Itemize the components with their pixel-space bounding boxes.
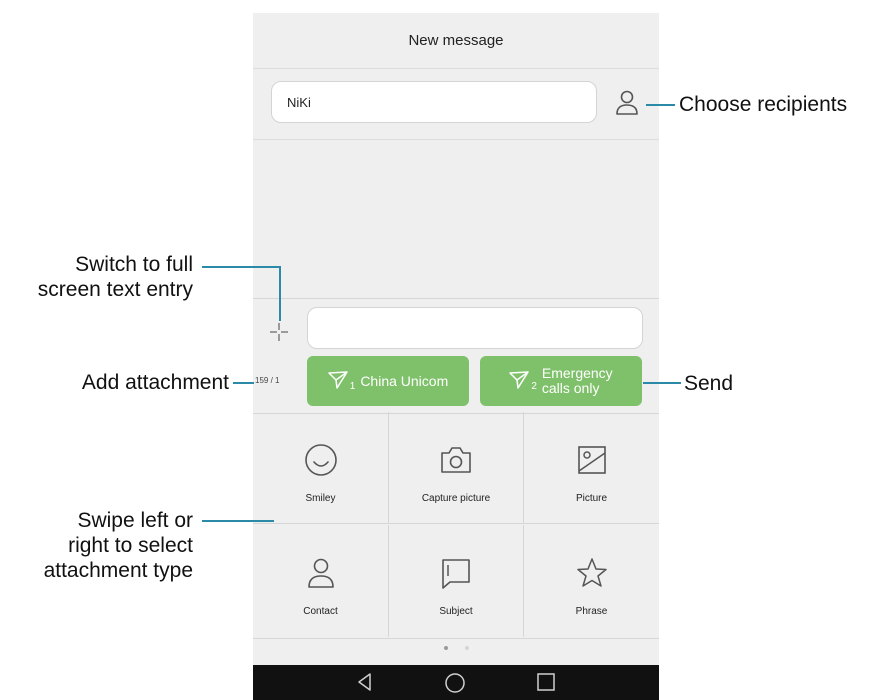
callout-line: screen text entry [37, 278, 193, 301]
carrier-label: China Unicom [360, 373, 449, 389]
callout-add-attachment: Add attachment [81, 371, 229, 394]
attachment-label: Phrase [575, 606, 608, 617]
leader-line [233, 382, 254, 384]
send-icon [509, 370, 531, 392]
callout-line: Switch to full [75, 253, 193, 276]
callout-line: attachment type [43, 559, 193, 582]
attachment-smiley[interactable]: Smiley [253, 412, 388, 524]
page-indicator [253, 646, 659, 650]
back-icon[interactable] [355, 672, 375, 697]
recipient-row: NiKi [253, 69, 659, 140]
system-navbar [253, 665, 659, 700]
contact-icon [307, 558, 334, 588]
smiley-icon [304, 444, 337, 476]
attachment-capture-picture[interactable]: Capture picture [388, 412, 523, 524]
callout-swipe: Swipe left or right to select attachment… [44, 508, 193, 583]
page-title: New message [253, 13, 659, 69]
home-icon[interactable] [444, 672, 466, 699]
callout-choose-recipients: Choose recipients [679, 93, 848, 116]
message-input[interactable] [307, 307, 643, 349]
attachment-label: Capture picture [421, 493, 491, 504]
attachment-picture[interactable]: Picture [523, 412, 659, 524]
compose-area: 159 / 1 1 China Unicom 2 Emergency calls… [253, 298, 659, 414]
subject-icon [442, 559, 470, 589]
attachment-phrase[interactable]: Phrase [523, 525, 659, 637]
leader-line [202, 266, 281, 268]
carrier-label-line1: Emergency [541, 365, 613, 381]
carrier-label: Emergency calls only [542, 366, 613, 396]
phone-screen: New message NiKi 159 / 1 1 China Unicom … [253, 13, 659, 700]
leader-line [279, 266, 281, 321]
person-icon[interactable] [615, 89, 639, 117]
attachment-label: Contact [303, 606, 338, 617]
sim-number: 2 [531, 380, 537, 392]
recents-icon[interactable] [536, 672, 556, 697]
recipient-field[interactable]: NiKi [271, 81, 597, 123]
attachment-label: Picture [575, 493, 608, 504]
star-icon [576, 558, 607, 587]
page-dot-active [443, 646, 448, 650]
carrier-label-line2: calls only [541, 380, 600, 396]
sim-number: 1 [349, 380, 356, 392]
page-dot [464, 646, 469, 650]
send-sim1-button[interactable]: 1 China Unicom [307, 356, 469, 406]
callout-send: Send [684, 372, 734, 395]
leader-line [643, 382, 681, 384]
callout-line: Swipe left or [77, 509, 193, 532]
camera-icon [441, 447, 471, 473]
attachment-subject[interactable]: Subject [388, 525, 523, 637]
attachment-grid: Smiley Capture picture Picture Contact S… [253, 412, 659, 639]
callout-line: right to select [68, 534, 193, 557]
leader-line [646, 104, 675, 106]
attachment-label: Smiley [305, 493, 336, 504]
callout-fullscreen: Switch to full screen text entry [38, 252, 193, 302]
picture-icon [577, 446, 606, 474]
send-icon [328, 370, 350, 392]
send-sim2-button[interactable]: 2 Emergency calls only [480, 356, 642, 406]
attachment-contact[interactable]: Contact [253, 525, 388, 637]
char-counter: 159 / 1 [255, 376, 280, 385]
attachment-label: Subject [439, 606, 473, 617]
expand-icon[interactable] [268, 321, 290, 343]
leader-line [202, 520, 274, 522]
